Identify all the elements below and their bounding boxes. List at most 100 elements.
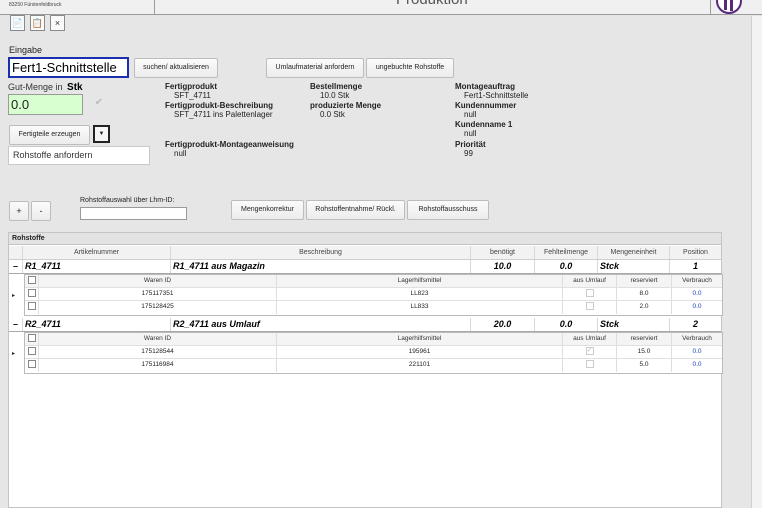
benoetigt-cell: 20.0 (471, 318, 535, 331)
aus-umlauf-checkbox (563, 301, 617, 314)
rohstoffentnahme-button[interactable]: Rohstoffentnahme/ Rückl. (306, 200, 405, 220)
sub-table-2: Waren ID Lagerhilfsmittel aus Umlauf res… (24, 332, 723, 374)
col-verbrauch[interactable]: Verbrauch (672, 275, 722, 287)
col-mengeneinheit[interactable]: Mengeneinheit (598, 246, 670, 259)
fertigprodukt-value: SFT_4711 (174, 91, 211, 100)
fertigprodukt-label: Fertigprodukt (165, 82, 217, 91)
header-address: 83250 Fürstenfeldbruck (9, 2, 62, 8)
sub-table-1: Waren ID Lagerhilfsmittel aus Umlauf res… (24, 274, 723, 316)
close-icon[interactable]: × (50, 15, 65, 31)
gut-menge-input[interactable]: 0.0 (8, 94, 83, 115)
beschreibung-label: Fertigprodukt-Beschreibung (165, 101, 274, 110)
collapse-toggle-icon[interactable]: – (9, 318, 23, 331)
select-all-checkbox[interactable] (25, 275, 39, 287)
lhm-cell: LL833 (277, 301, 563, 314)
gut-menge-label: Gut-Menge in Stk (8, 82, 83, 93)
col-fehlteilmenge[interactable]: Fehlteilmenge (535, 246, 598, 259)
col-aus-umlauf[interactable]: aus Umlauf (563, 275, 617, 287)
col-verbrauch[interactable]: Verbrauch (672, 333, 722, 345)
table-row[interactable]: – R1_4711 R1_4711 aus Magazin 10.0 0.0 S… (9, 260, 721, 274)
vertical-scrollbar[interactable] (751, 16, 762, 508)
list-item[interactable]: 175128425 LL833 2.0 0.0 (25, 301, 722, 314)
col-aus-umlauf[interactable]: aus Umlauf (563, 333, 617, 345)
header-address-box: 83250 Fürstenfeldbruck (0, 0, 155, 15)
table-row[interactable]: – R2_4711 R2_4711 aus Umlauf 20.0 0.0 St… (9, 318, 721, 332)
col-lagerhilfsmittel[interactable]: Lagerhilfsmittel (277, 275, 563, 287)
aus-umlauf-checkbox (563, 359, 617, 372)
bestellmenge-value: 10.0 Stk (320, 91, 350, 100)
kundennummer-label: Kundennummer (455, 101, 517, 110)
kundenname-value: null (464, 129, 477, 138)
lhm-cell: 195961 (277, 346, 563, 358)
reserviert-cell: 15.0 (617, 346, 672, 358)
col-benoetigt[interactable]: benötigt (471, 246, 535, 259)
chevron-down-icon[interactable]: ▼ (93, 125, 110, 143)
waren-id-cell: 175116984 (39, 359, 277, 372)
artikelnummer-cell: R1_4711 (23, 260, 171, 273)
page-title: Produktion (396, 0, 468, 8)
eingabe-input[interactable]: Fert1-Schnittstelle (8, 57, 129, 78)
row-checkbox[interactable] (25, 288, 39, 300)
verbrauch-cell[interactable]: 0.0 (672, 346, 722, 358)
position-cell: 1 (692, 261, 698, 271)
col-beschreibung[interactable]: Beschreibung (171, 246, 471, 259)
row-checkbox[interactable] (25, 301, 39, 314)
row-checkbox[interactable] (25, 359, 39, 372)
row-pointer-icon: ▸ (12, 351, 16, 357)
grid-title: Rohstoffe (9, 233, 721, 245)
col-reserviert[interactable]: reserviert (617, 275, 672, 287)
umlaufmaterial-anfordern-button[interactable]: Umlaufmaterial anfordern (266, 58, 364, 78)
grid-header-spacer (9, 246, 23, 259)
list-item[interactable]: 175117351 LL823 8.0 0.0 (25, 288, 722, 301)
produzierte-menge-value: 0.0 Stk (320, 110, 345, 119)
remove-button[interactable]: - (31, 201, 51, 221)
select-all-checkbox[interactable] (25, 333, 39, 345)
lhm-cell: LL823 (277, 288, 563, 300)
col-position[interactable]: Position (670, 246, 721, 259)
rohstoffausschuss-button[interactable]: Rohstoffausschuss (407, 200, 489, 220)
col-waren-id[interactable]: Waren ID (39, 333, 277, 345)
gut-menge-unit: Stk (67, 82, 83, 93)
add-button[interactable]: + (9, 201, 29, 221)
waren-id-cell: 175128544 (39, 346, 277, 358)
fertigteile-erzeugen-button[interactable]: Fertigteile erzeugen (9, 125, 90, 145)
beschreibung-value: SFT_4711 ins Palettenlager (174, 110, 273, 119)
verbrauch-cell[interactable]: 0.0 (672, 288, 722, 300)
confirm-check-icon[interactable]: ✔ (92, 96, 106, 110)
reserviert-cell: 8.0 (617, 288, 672, 300)
waren-id-cell: 175128425 (39, 301, 277, 314)
copy-document-icon[interactable]: 📋 (30, 15, 45, 31)
prioritaet-label: Priorität (455, 140, 486, 149)
produzierte-menge-label: produzierte Menge (310, 101, 382, 110)
verbrauch-cell[interactable]: 0.0 (672, 359, 722, 372)
fehlteilmenge-cell: 0.0 (535, 260, 598, 273)
gut-menge-label-text: Gut-Menge in (8, 82, 63, 92)
verbrauch-cell[interactable]: 0.0 (672, 301, 722, 314)
lhm-id-input[interactable] (80, 207, 187, 220)
mengenkorrektur-button[interactable]: Mengenkorrektur (231, 200, 304, 220)
col-artikelnummer[interactable]: Artikelnummer (23, 246, 171, 259)
list-item[interactable]: 175116984 221101 5.0 0.0 (25, 359, 722, 372)
ungebuchte-rohstoffe-button[interactable]: ungebuchte Rohstoffe (366, 58, 454, 78)
kundenname-label: Kundenname 1 (455, 120, 513, 129)
row-pointer-icon: ▸ (12, 293, 16, 299)
col-waren-id[interactable]: Waren ID (39, 275, 277, 287)
rohstoffe-anfordern-field[interactable]: Rohstoffe anfordern (8, 146, 150, 165)
lhm-label: Rohstoffauswahl über Lhm-ID: (80, 197, 175, 204)
sub-header-row: Waren ID Lagerhilfsmittel aus Umlauf res… (25, 333, 722, 346)
lhm-cell: 221101 (277, 359, 563, 372)
sub-header-row: Waren ID Lagerhilfsmittel aus Umlauf res… (25, 275, 722, 288)
reserviert-cell: 2.0 (617, 301, 672, 314)
search-update-button[interactable]: suchen/ aktualisieren (134, 58, 218, 78)
aus-umlauf-checkbox (563, 288, 617, 300)
prioritaet-value: 99 (464, 149, 473, 158)
mengeneinheit-cell: Stck (598, 318, 670, 331)
col-lagerhilfsmittel[interactable]: Lagerhilfsmittel (277, 333, 563, 345)
collapse-toggle-icon[interactable]: – (9, 260, 23, 273)
new-document-icon[interactable]: 📄 (10, 15, 25, 31)
kundennummer-value: null (464, 110, 477, 119)
eingabe-label: Eingabe (9, 45, 43, 55)
list-item[interactable]: 175128544 195961 ✓ 15.0 0.0 (25, 346, 722, 359)
row-checkbox[interactable] (25, 346, 39, 358)
col-reserviert[interactable]: reserviert (617, 333, 672, 345)
